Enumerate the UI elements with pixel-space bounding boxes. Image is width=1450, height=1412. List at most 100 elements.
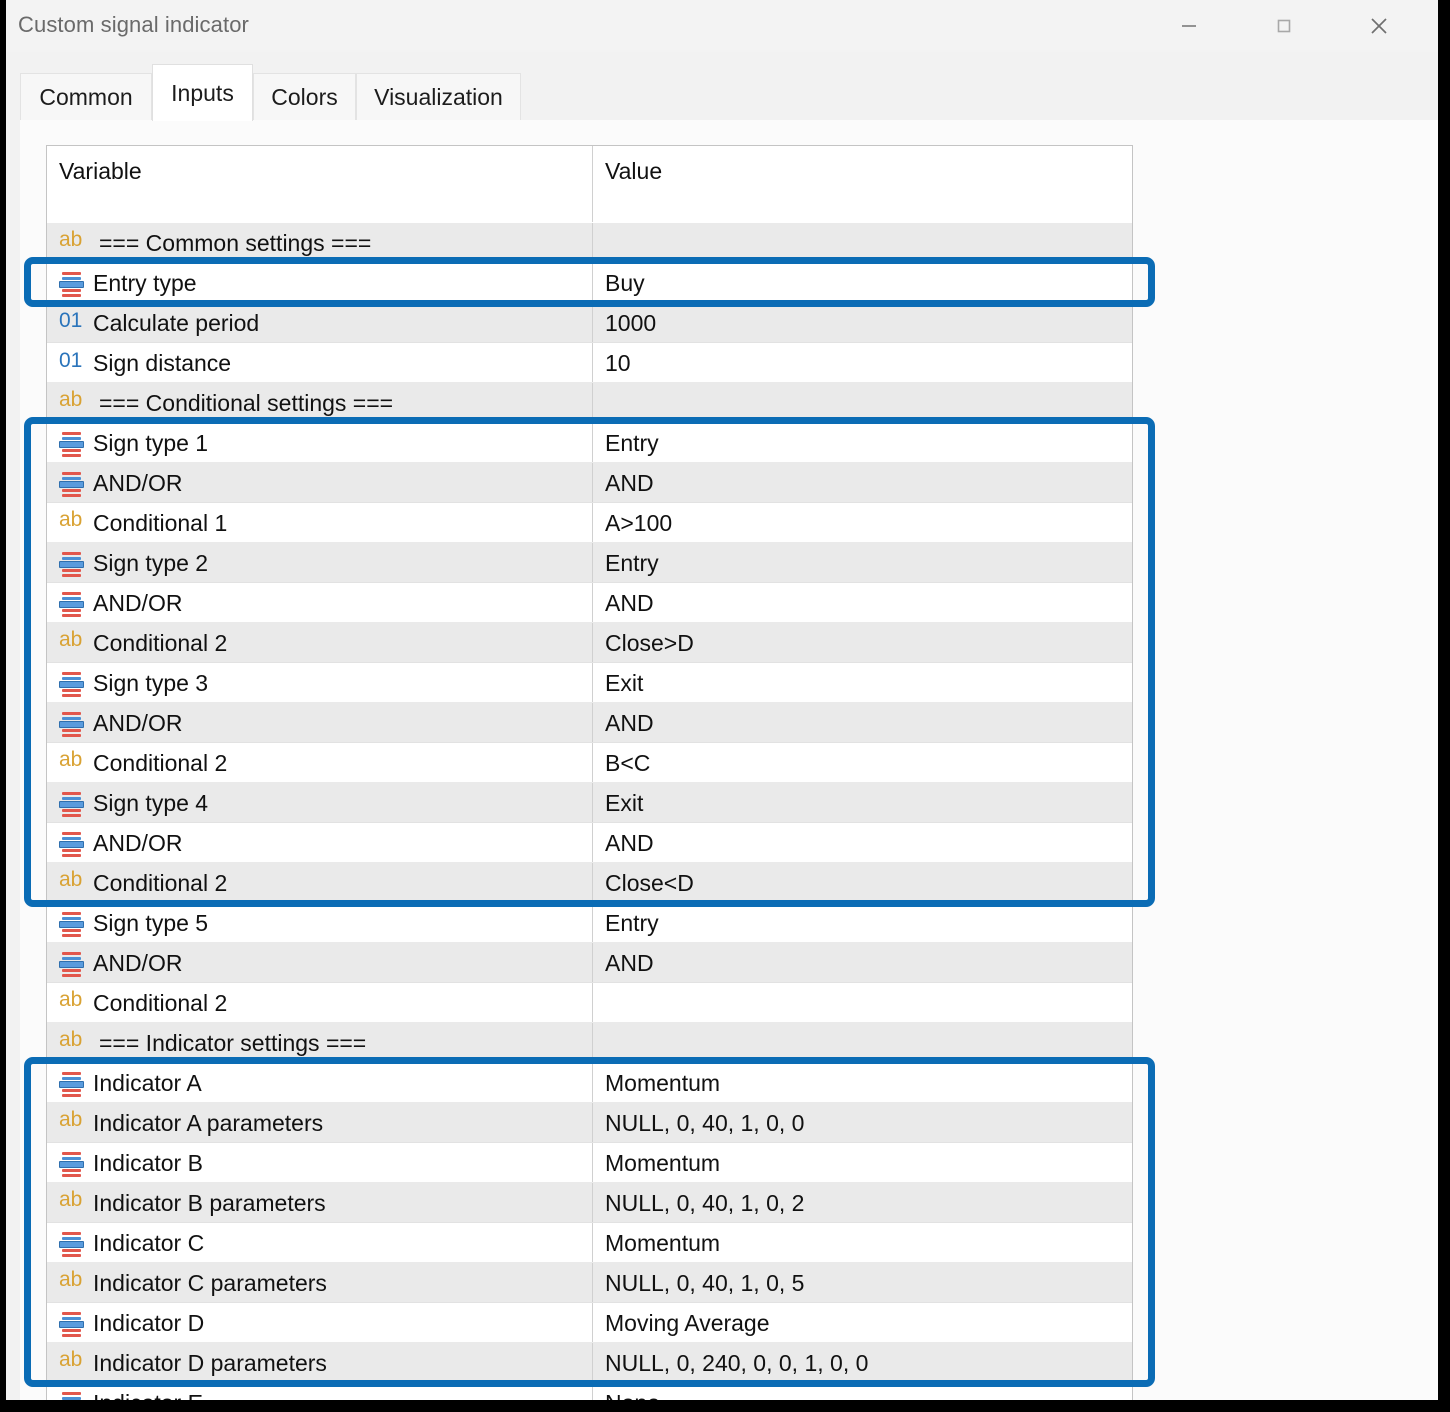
table-row[interactable]: Indicator B parametersNULL, 0, 40, 1, 0,…: [47, 1183, 1132, 1223]
table-row[interactable]: Entry type Buy: [47, 263, 1132, 303]
table-row[interactable]: Indicator ENone: [47, 1383, 1132, 1400]
row-variable-label: Sign distance: [93, 350, 231, 377]
row-variable-label: Indicator B: [93, 1150, 203, 1177]
table-row[interactable]: Indicator C parametersNULL, 0, 40, 1, 0,…: [47, 1263, 1132, 1303]
table-row[interactable]: === Indicator settings ===: [47, 1023, 1132, 1063]
enum-type-icon: [59, 1310, 85, 1336]
enum-type-icon: [59, 790, 85, 816]
column-divider: [592, 583, 593, 622]
close-button[interactable]: [1348, 0, 1410, 52]
row-variable-label: AND/OR: [93, 830, 182, 857]
maximize-button[interactable]: [1253, 0, 1315, 52]
string-type-icon: [59, 1110, 85, 1136]
table-row[interactable]: Indicator A parameters NULL, 0, 40, 1, 0,…: [47, 1103, 1132, 1143]
row-value-cell[interactable]: NULL, 0, 240, 0, 0, 1, 0, 0: [605, 1343, 868, 1383]
tab-common[interactable]: Common: [20, 73, 152, 121]
row-value-cell[interactable]: Exit: [605, 663, 643, 703]
table-row[interactable]: === Conditional settings ===: [47, 383, 1132, 423]
table-row[interactable]: Sign type 2 Entry: [47, 543, 1132, 583]
table-row[interactable]: Sign type 5Entry: [47, 903, 1132, 943]
table-row[interactable]: Indicator CMomentum: [47, 1223, 1132, 1263]
row-value-cell[interactable]: NULL, 0, 40, 1, 0, 2: [605, 1183, 804, 1223]
row-value-cell[interactable]: AND: [605, 583, 654, 623]
table-row[interactable]: Conditional 2: [47, 983, 1132, 1023]
row-variable-label: === Conditional settings ===: [99, 390, 393, 417]
row-value-cell[interactable]: AND: [605, 463, 654, 503]
row-value-cell[interactable]: Buy: [605, 263, 645, 303]
table-row[interactable]: AND/OR AND: [47, 463, 1132, 503]
row-variable-cell: Indicator A parameters: [59, 1103, 323, 1143]
row-value-cell[interactable]: None: [605, 1383, 660, 1400]
row-value-cell[interactable]: Close<D: [605, 863, 694, 903]
table-row[interactable]: Sign type 4Exit: [47, 783, 1132, 823]
row-value-cell[interactable]: Momentum: [605, 1063, 720, 1103]
tab-colors[interactable]: Colors: [253, 73, 356, 121]
row-value-cell[interactable]: NULL, 0, 40, 1, 0, 5: [605, 1263, 804, 1303]
column-divider: [592, 423, 593, 462]
row-value-cell[interactable]: 10: [605, 343, 631, 383]
column-header-variable: Variable: [59, 158, 142, 185]
row-variable-label: AND/OR: [93, 590, 182, 617]
enum-type-icon: [59, 1070, 85, 1096]
row-value-cell[interactable]: B<C: [605, 743, 650, 783]
table-row[interactable]: Calculate period1000: [47, 303, 1132, 343]
column-divider: [592, 783, 593, 822]
table-row[interactable]: Conditional 1 A>100: [47, 503, 1132, 543]
row-value-cell[interactable]: AND: [605, 703, 654, 743]
inputs-grid: Variable Value === Common settings ===En…: [46, 145, 1133, 1400]
column-divider: [592, 663, 593, 702]
tab-colors-label: Colors: [271, 84, 337, 111]
row-variable-cell: Indicator A: [59, 1063, 202, 1103]
table-row[interactable]: Indicator DMoving Average: [47, 1303, 1132, 1343]
enum-type-icon: [59, 910, 85, 936]
table-row[interactable]: AND/ORAND: [47, 703, 1132, 743]
table-row[interactable]: Conditional 2B<C: [47, 743, 1132, 783]
table-row[interactable]: AND/ORAND: [47, 943, 1132, 983]
row-variable-cell: Conditional 2: [59, 863, 227, 903]
table-row[interactable]: AND/OR AND: [47, 583, 1132, 623]
row-value-cell[interactable]: AND: [605, 823, 654, 863]
row-variable-cell: Sign type 3: [59, 663, 208, 703]
string-type-icon: [59, 390, 85, 416]
row-value-cell[interactable]: Moving Average: [605, 1303, 770, 1343]
close-icon: [1366, 13, 1392, 39]
column-divider: [592, 703, 593, 742]
row-variable-cell: Sign type 2: [59, 543, 208, 583]
enum-type-icon: [59, 1230, 85, 1256]
row-value-cell[interactable]: NULL, 0, 40, 1, 0, 0: [605, 1103, 804, 1143]
row-value-cell[interactable]: Entry: [605, 543, 659, 583]
enum-type-icon: [59, 430, 85, 456]
table-row[interactable]: Indicator D parametersNULL, 0, 240, 0, 0…: [47, 1343, 1132, 1383]
tab-inputs[interactable]: Inputs: [152, 64, 253, 121]
row-value-cell[interactable]: Entry: [605, 423, 659, 463]
string-type-icon: [59, 230, 85, 256]
row-value-cell[interactable]: Exit: [605, 783, 643, 823]
table-row[interactable]: Indicator A Momentum: [47, 1063, 1132, 1103]
row-variable-cell: Conditional 1: [59, 503, 227, 543]
table-row[interactable]: Conditional 2 Close>D: [47, 623, 1132, 663]
enum-type-icon: [59, 270, 85, 296]
table-row[interactable]: Indicator B Momentum: [47, 1143, 1132, 1183]
table-row[interactable]: Sign type 1 Entry: [47, 423, 1132, 463]
row-variable-label: AND/OR: [93, 470, 182, 497]
table-row[interactable]: AND/OR AND: [47, 823, 1132, 863]
row-value-cell[interactable]: AND: [605, 943, 654, 983]
row-value-cell[interactable]: Momentum: [605, 1223, 720, 1263]
row-value-cell[interactable]: 1000: [605, 303, 656, 343]
column-divider: [592, 863, 593, 902]
row-variable-cell: Conditional 2: [59, 623, 227, 663]
row-variable-label: Entry type: [93, 270, 197, 297]
table-row[interactable]: Sign distance 10: [47, 343, 1132, 383]
row-variable-label: Indicator A: [93, 1070, 202, 1097]
tab-visualization[interactable]: Visualization: [356, 73, 521, 121]
table-row[interactable]: Conditional 2 Close<D: [47, 863, 1132, 903]
row-value-cell[interactable]: Momentum: [605, 1143, 720, 1183]
row-value-cell[interactable]: Entry: [605, 903, 659, 943]
row-variable-label: Sign type 1: [93, 430, 208, 457]
table-row[interactable]: === Common settings ===: [47, 223, 1132, 263]
row-value-cell[interactable]: Close>D: [605, 623, 694, 663]
row-value-cell[interactable]: A>100: [605, 503, 672, 543]
minimize-button[interactable]: [1158, 0, 1220, 52]
enum-type-icon: [59, 670, 85, 696]
table-row[interactable]: Sign type 3 Exit: [47, 663, 1132, 703]
